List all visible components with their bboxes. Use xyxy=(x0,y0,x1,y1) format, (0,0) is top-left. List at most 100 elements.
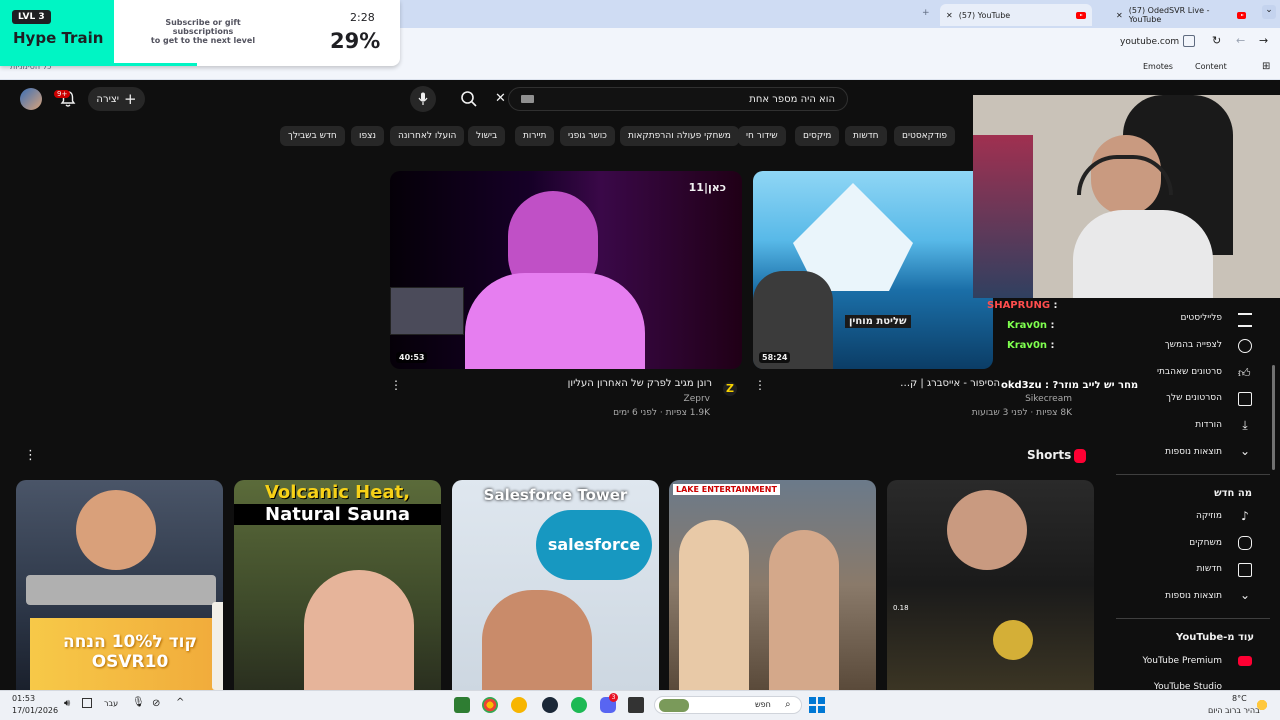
short-overlay-line2: Natural Sauna xyxy=(234,504,441,525)
weather-temp[interactable]: 8°C xyxy=(1232,694,1247,703)
short-card[interactable]: קוד ל10% הנחה OSVR10 xyxy=(16,480,223,690)
sidebar-item-gaming[interactable]: משחקים xyxy=(1189,538,1222,548)
thumbnail-person xyxy=(679,520,749,690)
tray-overflow-chevron-icon[interactable]: ^ xyxy=(176,697,184,708)
chip-cooking[interactable]: בישול xyxy=(468,126,506,146)
sidebar-item-liked-videos[interactable]: סרטונים שאהבתי xyxy=(1157,367,1222,377)
channel-avatar[interactable]: Z xyxy=(723,382,737,396)
sidebar-item-show-more-explore[interactable]: תוצאות נוספות xyxy=(1165,591,1222,601)
file-app-icon[interactable] xyxy=(628,697,644,713)
sidebar-item-downloads[interactable]: הורדות xyxy=(1195,420,1222,430)
hype-description-line1: Subscribe or gift subscriptions xyxy=(165,18,241,36)
url-text[interactable]: youtube.com xyxy=(1120,37,1179,47)
more-options-icon[interactable]: ⋮ xyxy=(390,378,402,392)
mic-tray-icon[interactable]: 🎙︎ xyxy=(132,697,145,708)
short-card[interactable]: LAKE ENTERTAINMENT xyxy=(669,480,876,690)
volume-icon[interactable]: 🔊︎ xyxy=(64,698,70,709)
keyboard-icon[interactable] xyxy=(521,95,534,103)
search-input[interactable]: הוא היה מספר אחת xyxy=(508,87,848,111)
voice-search-button[interactable] xyxy=(410,86,436,112)
tab-odedsvr-live[interactable]: ✕ (57) OdedSVR Live - YouTube xyxy=(1110,4,1252,26)
thumbs-up-icon: 👍︎ xyxy=(1238,366,1251,380)
youtube-premium-icon xyxy=(1238,656,1252,666)
chip-podcasts[interactable]: פודקאסטים xyxy=(894,126,956,146)
sidebar-item-news[interactable]: חדשות xyxy=(1196,564,1222,574)
sidebar-item-your-videos[interactable]: הסרטונים שלך xyxy=(1166,393,1222,403)
chip-watched[interactable]: נצפו xyxy=(351,126,385,146)
chip-travel[interactable]: תיירות xyxy=(515,126,555,146)
new-tab-plus-icon[interactable]: + xyxy=(922,8,930,18)
chip-news[interactable]: חדשות xyxy=(845,126,887,146)
sidebar-item-playlists[interactable]: פלייליסטים xyxy=(1180,313,1222,323)
video-channel[interactable]: Zeprv xyxy=(684,394,710,404)
chrome-profile-icon[interactable] xyxy=(511,697,527,713)
thumbnail-person xyxy=(947,490,1027,570)
display-icon[interactable] xyxy=(82,698,92,708)
close-icon[interactable]: ✕ xyxy=(1116,11,1123,20)
perfume-bottle xyxy=(212,602,223,690)
close-icon[interactable]: ✕ xyxy=(946,11,953,20)
apps-grid-icon[interactable]: ⊞ xyxy=(1262,61,1270,72)
tab-label: (57) OdedSVR Live - YouTube xyxy=(1128,6,1210,24)
video-thumbnail[interactable]: כאן|11 40:53 xyxy=(390,171,742,369)
weather-desc[interactable]: בהיר ברוב היום xyxy=(1208,706,1260,715)
clock-time[interactable]: 01:53 xyxy=(12,694,35,703)
mic-icon xyxy=(418,92,428,105)
spotify-icon[interactable] xyxy=(571,697,587,713)
gamepad-icon xyxy=(1238,536,1252,550)
windows-start-icon[interactable] xyxy=(809,697,825,713)
clock-date[interactable]: 17/01/2026 xyxy=(12,706,58,715)
chip-live[interactable]: שידור חי xyxy=(738,126,786,146)
video-title[interactable]: הסיפור - אייסברג | ק… xyxy=(900,378,1000,389)
chrome-icon[interactable] xyxy=(482,697,498,713)
sidebar-scrollbar[interactable] xyxy=(1272,365,1275,470)
back-icon[interactable]: → xyxy=(1259,34,1268,47)
shorts-more-options-icon[interactable]: ⋮ xyxy=(24,448,37,463)
video-meta: 1.9K צפיות · לפני 6 ימים xyxy=(613,408,710,418)
stream-chat-overlay: SHAPRUNG : Krav0n : Krav0n : מחר יש לייב… xyxy=(987,300,1139,398)
sidebar-item-show-more[interactable]: תוצאות נוספות xyxy=(1165,447,1222,457)
more-options-icon[interactable]: ⋮ xyxy=(754,378,766,392)
tab-search-chevron-icon[interactable]: ⌄ xyxy=(1262,5,1276,19)
notes-app-icon[interactable] xyxy=(454,697,470,713)
tab-youtube[interactable]: ✕ (57) YouTube xyxy=(940,4,1092,26)
steam-icon[interactable] xyxy=(542,697,558,713)
site-settings-icon[interactable] xyxy=(1183,35,1195,47)
sidebar-item-watch-later[interactable]: לצפייה בהמשך xyxy=(1165,340,1222,350)
taskbar-search-input[interactable]: חפש ⌕ xyxy=(654,696,802,714)
chip-fitness[interactable]: כושר גופני xyxy=(560,126,615,146)
plus-icon: + xyxy=(124,90,137,108)
create-button[interactable]: יצירה + xyxy=(88,87,145,111)
reload-icon[interactable]: ↻ xyxy=(1212,34,1221,47)
network-off-icon[interactable]: ⊘ xyxy=(152,698,160,709)
shorts-heading: Shorts xyxy=(1027,448,1072,462)
discord-badge: 3 xyxy=(609,693,618,702)
bookmark-emotes[interactable]: Emotes xyxy=(1143,62,1173,71)
sidebar-item-music[interactable]: מוזיקה xyxy=(1196,511,1222,521)
chip-new-for-you[interactable]: חדש בשבילך xyxy=(280,126,345,146)
chip-recently-uploaded[interactable]: הועלו לאחרונה xyxy=(390,126,465,146)
input-language[interactable]: עבר xyxy=(104,699,118,708)
sidebar-item-youtube-premium[interactable]: YouTube Premium xyxy=(1142,656,1222,666)
video-thumbnail[interactable]: שליטת מוחין 58:24 xyxy=(753,171,993,369)
hype-timer: 2:28 xyxy=(350,11,375,24)
short-card[interactable]: Volcanic Heat, Natural Sauna xyxy=(234,480,441,690)
avatar[interactable] xyxy=(20,88,42,110)
chip-mixes[interactable]: מיקסים xyxy=(795,126,840,146)
chat-username: SHAPRUNG xyxy=(987,300,1051,311)
bookmark-content[interactable]: Content xyxy=(1195,62,1227,71)
sidebar-divider xyxy=(1116,618,1270,619)
clear-search-icon[interactable]: ✕ xyxy=(495,91,506,106)
coin-emblem xyxy=(993,620,1033,660)
forward-icon[interactable]: ← xyxy=(1236,34,1245,47)
short-card[interactable]: 0.18 xyxy=(887,480,1094,690)
video-duration: 58:24 xyxy=(759,352,791,363)
chip-action-games[interactable]: משחקי פעולה והרפתקאות xyxy=(620,126,739,146)
video-title[interactable]: רונן מגיב לפרק של האחרון העליון xyxy=(568,378,712,389)
thumbnail-overlay-text: שליטת מוחין xyxy=(845,315,911,328)
search-button[interactable] xyxy=(460,90,478,108)
chat-message: מחר יש לייב מוזר? : okd3zu xyxy=(1001,380,1139,391)
newspaper-icon xyxy=(1238,563,1252,577)
short-card[interactable]: Salesforce Tower salesforce xyxy=(452,480,659,690)
channel-logo-badge: כאן|11 xyxy=(688,181,726,194)
